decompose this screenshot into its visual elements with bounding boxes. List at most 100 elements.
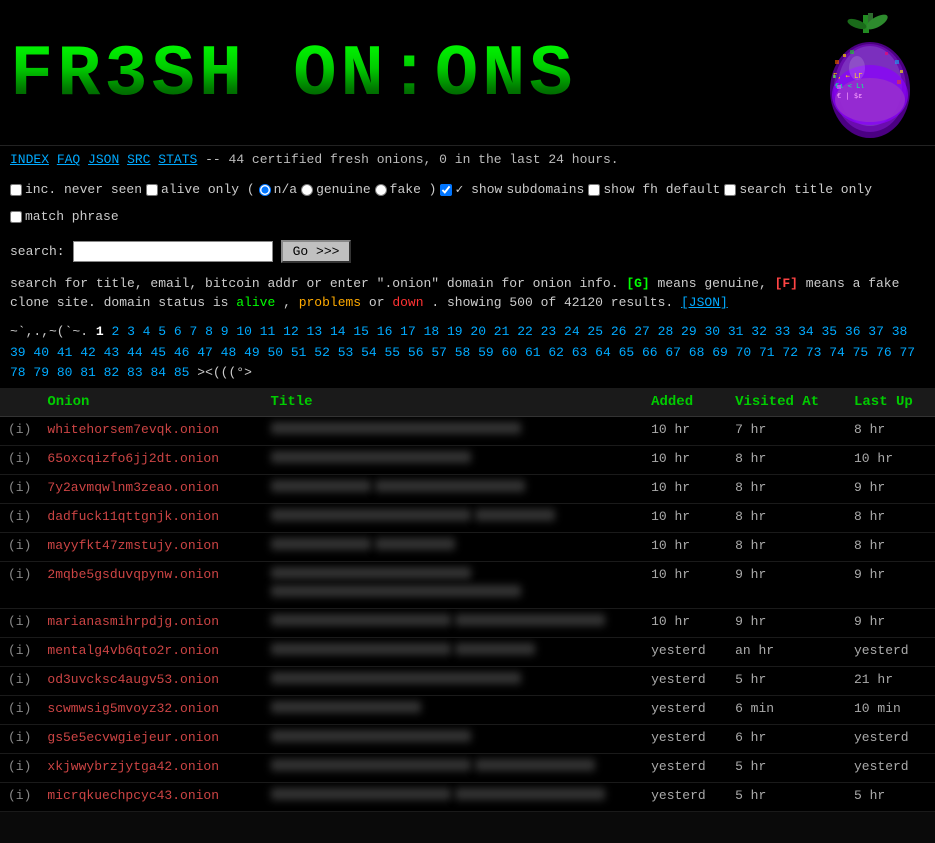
page-link-69[interactable]: 69 — [704, 345, 727, 360]
page-link-83[interactable]: 83 — [119, 365, 142, 380]
page-link-61[interactable]: 61 — [517, 345, 540, 360]
page-link-63[interactable]: 63 — [564, 345, 587, 360]
info-link[interactable]: (i) — [8, 567, 31, 582]
page-link-26[interactable]: 26 — [603, 324, 626, 339]
page-link-76[interactable]: 76 — [868, 345, 891, 360]
page-link-28[interactable]: 28 — [650, 324, 673, 339]
page-link-3[interactable]: 3 — [119, 324, 135, 339]
page-link-27[interactable]: 27 — [626, 324, 649, 339]
onion-link[interactable]: gs5e5ecvwgiejeur.onion — [47, 730, 219, 745]
info-link[interactable]: (i) — [8, 509, 31, 524]
page-link-8[interactable]: 8 — [197, 324, 213, 339]
page-link-14[interactable]: 14 — [322, 324, 345, 339]
page-link-42[interactable]: 42 — [72, 345, 95, 360]
page-link-20[interactable]: 20 — [463, 324, 486, 339]
page-link-32[interactable]: 32 — [743, 324, 766, 339]
page-link-31[interactable]: 31 — [720, 324, 743, 339]
page-link-37[interactable]: 37 — [861, 324, 884, 339]
onion-link[interactable]: od3uvcksc4augv53.onion — [47, 672, 219, 687]
page-link-85[interactable]: 85 — [166, 365, 189, 380]
page-link-21[interactable]: 21 — [486, 324, 509, 339]
page-link-67[interactable]: 67 — [658, 345, 681, 360]
page-link-45[interactable]: 45 — [143, 345, 166, 360]
onion-link[interactable]: mentalg4vb6qto2r.onion — [47, 643, 219, 658]
radio-fake[interactable] — [375, 184, 387, 196]
page-link-44[interactable]: 44 — [119, 345, 142, 360]
onion-link[interactable]: micrqkuechpcyc43.onion — [47, 788, 219, 803]
page-link-7[interactable]: 7 — [182, 324, 198, 339]
page-link-22[interactable]: 22 — [509, 324, 532, 339]
search-button[interactable]: Go >>> — [281, 240, 352, 263]
page-link-46[interactable]: 46 — [166, 345, 189, 360]
show-fh-label[interactable]: show fh default — [588, 178, 720, 201]
page-link-16[interactable]: 16 — [369, 324, 392, 339]
info-link[interactable]: (i) — [8, 672, 31, 687]
match-phrase-label[interactable]: match phrase — [10, 205, 119, 228]
page-link-51[interactable]: 51 — [283, 345, 306, 360]
page-link-34[interactable]: 34 — [790, 324, 813, 339]
info-link[interactable]: (i) — [8, 422, 31, 437]
show-checkbox[interactable] — [440, 184, 452, 196]
nav-index[interactable]: INDEX — [10, 152, 49, 167]
page-link-15[interactable]: 15 — [346, 324, 369, 339]
page-link-6[interactable]: 6 — [166, 324, 182, 339]
page-link-49[interactable]: 49 — [236, 345, 259, 360]
page-link-80[interactable]: 80 — [49, 365, 72, 380]
page-link-58[interactable]: 58 — [447, 345, 470, 360]
nav-stats[interactable]: STATS — [158, 152, 197, 167]
page-link-62[interactable]: 62 — [541, 345, 564, 360]
page-link-25[interactable]: 25 — [580, 324, 603, 339]
page-link-24[interactable]: 24 — [556, 324, 579, 339]
onion-link[interactable]: whitehorsem7evqk.onion — [47, 422, 219, 437]
page-link-57[interactable]: 57 — [424, 345, 447, 360]
page-link-29[interactable]: 29 — [673, 324, 696, 339]
page-link-74[interactable]: 74 — [821, 345, 844, 360]
page-link-19[interactable]: 19 — [439, 324, 462, 339]
page-link-17[interactable]: 17 — [392, 324, 415, 339]
page-link-50[interactable]: 50 — [260, 345, 283, 360]
page-link-73[interactable]: 73 — [798, 345, 821, 360]
page-link-71[interactable]: 71 — [751, 345, 774, 360]
page-link-54[interactable]: 54 — [353, 345, 376, 360]
page-link-78[interactable]: 78 — [10, 365, 26, 380]
info-link[interactable]: (i) — [8, 788, 31, 803]
inc-never-checkbox[interactable] — [10, 184, 22, 196]
page-link-9[interactable]: 9 — [213, 324, 229, 339]
json-results-link[interactable]: [JSON] — [681, 295, 728, 310]
page-link-47[interactable]: 47 — [189, 345, 212, 360]
info-link[interactable]: (i) — [8, 701, 31, 716]
page-link-38[interactable]: 38 — [884, 324, 907, 339]
onion-link[interactable]: dadfuck11qttgnjk.onion — [47, 509, 219, 524]
page-link-55[interactable]: 55 — [377, 345, 400, 360]
page-link-23[interactable]: 23 — [533, 324, 556, 339]
page-link-72[interactable]: 72 — [775, 345, 798, 360]
info-link[interactable]: (i) — [8, 614, 31, 629]
page-link-52[interactable]: 52 — [306, 345, 329, 360]
inc-never-label[interactable]: inc. never seen — [10, 178, 142, 201]
info-link[interactable]: (i) — [8, 730, 31, 745]
page-link-10[interactable]: 10 — [229, 324, 252, 339]
info-link[interactable]: (i) — [8, 538, 31, 553]
page-link-75[interactable]: 75 — [845, 345, 868, 360]
show-fh-checkbox[interactable] — [588, 184, 600, 196]
show-label[interactable]: ✓ show — [440, 178, 502, 201]
search-input[interactable] — [73, 241, 273, 262]
page-link-60[interactable]: 60 — [494, 345, 517, 360]
page-link-82[interactable]: 82 — [96, 365, 119, 380]
page-link-79[interactable]: 79 — [26, 365, 49, 380]
page-link-56[interactable]: 56 — [400, 345, 423, 360]
page-link-4[interactable]: 4 — [135, 324, 151, 339]
onion-link[interactable]: 65oxcqizfo6jj2dt.onion — [47, 451, 219, 466]
page-link-30[interactable]: 30 — [697, 324, 720, 339]
page-link-36[interactable]: 36 — [837, 324, 860, 339]
page-link-43[interactable]: 43 — [96, 345, 119, 360]
onion-link[interactable]: xkjwwybrzjytga42.onion — [47, 759, 219, 774]
page-link-39[interactable]: 39 — [10, 345, 26, 360]
page-link-35[interactable]: 35 — [814, 324, 837, 339]
search-title-label[interactable]: search title only — [724, 178, 872, 201]
page-link-64[interactable]: 64 — [587, 345, 610, 360]
page-link-70[interactable]: 70 — [728, 345, 751, 360]
page-link-68[interactable]: 68 — [681, 345, 704, 360]
onion-link[interactable]: 7y2avmqwlnm3zeao.onion — [47, 480, 219, 495]
info-link[interactable]: (i) — [8, 480, 31, 495]
